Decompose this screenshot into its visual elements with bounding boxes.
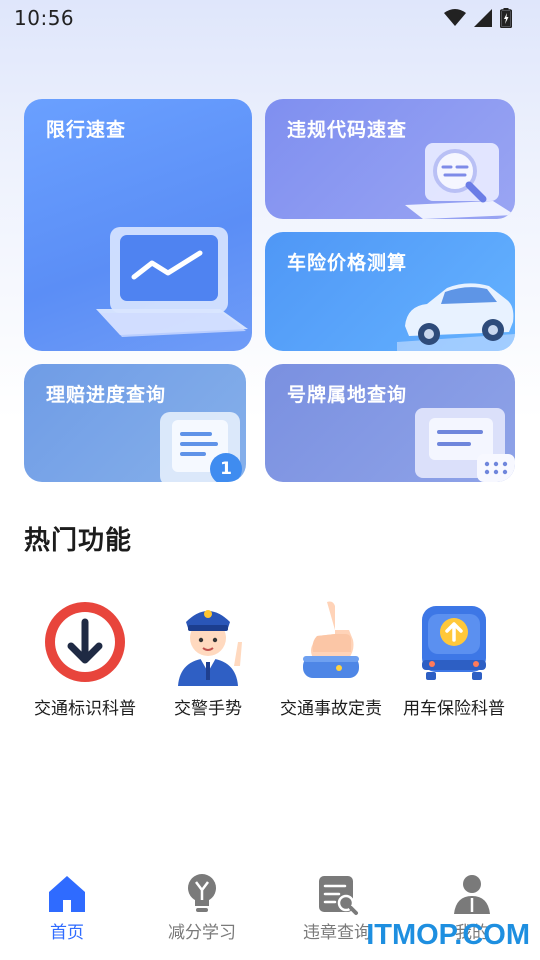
card-limit-query-label: 限行速查: [46, 119, 127, 141]
pointing-hand-icon: [303, 601, 359, 678]
lightbulb-icon: [188, 874, 216, 912]
claim-count-badge: 1: [210, 453, 242, 482]
car-upload-icon: [422, 606, 486, 680]
person-icon: [454, 875, 490, 914]
watermark: ITMOP.COM: [366, 919, 530, 951]
nav-item-study[interactable]: 减分学习: [147, 872, 257, 943]
card-insurance-calc-label: 车险价格测算: [287, 252, 408, 274]
down-arrow-sign-icon: [45, 602, 125, 682]
hot-item-accident-liability[interactable]: 交通事故定责: [266, 594, 396, 719]
hot-item-label: 交通标识科普: [34, 699, 136, 719]
section-title-hot: 热门功能: [24, 526, 133, 556]
card-plate-region[interactable]: 号牌属地查询: [265, 364, 515, 482]
hot-item-label: 交警手势: [174, 699, 242, 719]
card-plate-region-label: 号牌属地查询: [287, 384, 408, 406]
card-violation-code-label: 违规代码速查: [287, 119, 408, 141]
card-limit-query[interactable]: 限行速查: [24, 99, 252, 351]
chart-screen-icon: [96, 227, 248, 337]
status-time: 10:56: [14, 6, 75, 30]
nav-item-label: 首页: [50, 923, 84, 943]
magnifier-document-icon: [405, 143, 515, 219]
police-officer-icon: [178, 610, 242, 686]
hot-item-label: 用车保险科普: [403, 699, 505, 719]
hot-item-police-gestures[interactable]: 交警手势: [143, 594, 273, 719]
wifi-icon: [444, 9, 466, 26]
card-dots-icon: [415, 408, 515, 482]
nav-item-label: 减分学习: [168, 923, 236, 943]
card-claim-progress[interactable]: 理赔进度查询 1: [24, 364, 246, 482]
car-icon: [397, 283, 515, 351]
hot-item-label: 交通事故定责: [280, 699, 382, 719]
document-search-icon: [319, 876, 358, 915]
nav-item-home[interactable]: 首页: [12, 872, 122, 943]
card-claim-progress-label: 理赔进度查询: [46, 384, 167, 406]
hot-item-car-insurance[interactable]: 用车保险科普: [389, 594, 519, 719]
hot-item-traffic-signs[interactable]: 交通标识科普: [20, 594, 150, 719]
status-icons: [444, 8, 512, 28]
battery-charging-icon: [500, 8, 512, 28]
status-bar: 10:56: [0, 0, 540, 36]
signal-icon: [474, 9, 492, 27]
card-violation-code[interactable]: 违规代码速查: [265, 99, 515, 219]
home-icon: [49, 876, 85, 912]
card-insurance-calc[interactable]: 车险价格测算: [265, 232, 515, 351]
